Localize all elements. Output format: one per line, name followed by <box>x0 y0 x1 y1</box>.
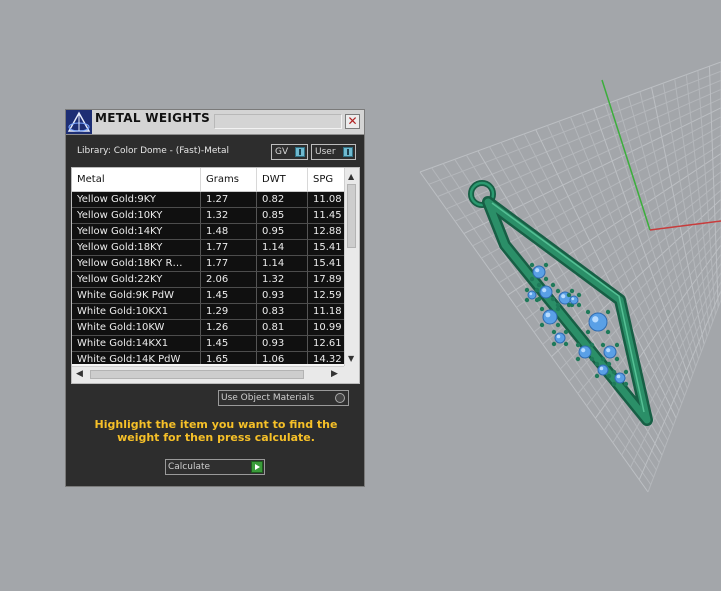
titlebar-grip[interactable] <box>214 114 342 129</box>
column-header-dwt[interactable]: DWT <box>257 168 308 192</box>
table-row[interactable]: White Gold:14KX1 1.45 0.93 12.61 <box>72 336 344 352</box>
table-header: Metal Grams DWT SPG <box>72 168 348 192</box>
cell-grams: 1.45 <box>201 288 257 304</box>
use-object-materials-label: Use Object Materials <box>221 393 315 403</box>
cell-spg: 12.61 <box>308 336 344 352</box>
scroll-up-icon[interactable]: ▲ <box>348 172 354 181</box>
scrollbar-corner <box>344 366 359 383</box>
cell-spg: 11.08 <box>308 192 344 208</box>
cell-spg: 10.99 <box>308 320 344 336</box>
cell-grams: 1.45 <box>201 336 257 352</box>
cell-dwt: 0.93 <box>257 288 308 304</box>
app-logo-icon <box>66 110 92 134</box>
user-toggle[interactable]: User <box>311 144 356 160</box>
table-row[interactable]: Yellow Gold:18KY R… 1.77 1.14 15.41 <box>72 256 344 272</box>
cell-metal: Yellow Gold:14KY <box>72 224 201 240</box>
cell-metal: Yellow Gold:18KY <box>72 240 201 256</box>
table-row[interactable]: White Gold:10KX1 1.29 0.83 11.18 <box>72 304 344 320</box>
scroll-right-icon[interactable]: ▶ <box>331 369 338 379</box>
scroll-down-icon[interactable]: ▼ <box>348 354 354 363</box>
pendant-model[interactable] <box>468 180 653 426</box>
cell-spg: 11.18 <box>308 304 344 320</box>
cell-grams: 1.48 <box>201 224 257 240</box>
cell-spg: 17.89 <box>308 272 344 288</box>
cell-grams: 1.26 <box>201 320 257 336</box>
cell-grams: 1.27 <box>201 192 257 208</box>
cell-dwt: 0.83 <box>257 304 308 320</box>
cell-spg: 15.41 <box>308 240 344 256</box>
play-arrow-icon <box>251 461 263 473</box>
cell-metal: Yellow Gold:18KY R… <box>72 256 201 272</box>
metal-weights-table[interactable]: Metal Grams DWT SPG Yellow Gold:9KY 1.27 0… <box>71 167 360 384</box>
cell-grams: 1.29 <box>201 304 257 320</box>
library-label: Library: Color Dome - (Fast)-Metal <box>77 146 229 156</box>
close-icon[interactable]: ✕ <box>345 114 360 129</box>
table-row[interactable]: Yellow Gold:9KY 1.27 0.82 11.08 <box>72 192 344 208</box>
cell-dwt: 0.95 <box>257 224 308 240</box>
cell-spg: 14.32 <box>308 352 344 364</box>
cell-grams: 1.77 <box>201 256 257 272</box>
gv-toggle[interactable]: GV <box>271 144 308 160</box>
cell-metal: Yellow Gold:22KY <box>72 272 201 288</box>
cell-metal: White Gold:10KW <box>72 320 201 336</box>
panel-title: METAL WEIGHTS <box>95 111 211 125</box>
cell-dwt: 0.85 <box>257 208 308 224</box>
cell-dwt: 1.32 <box>257 272 308 288</box>
cell-dwt: 1.06 <box>257 352 308 364</box>
cell-spg: 12.88 <box>308 224 344 240</box>
cell-spg: 11.45 <box>308 208 344 224</box>
cell-dwt: 1.14 <box>257 256 308 272</box>
calculate-label: Calculate <box>168 462 211 472</box>
table-body: Yellow Gold:9KY 1.27 0.82 11.08 Yellow Gold:… <box>72 192 344 364</box>
cell-dwt: 0.82 <box>257 192 308 208</box>
table-row[interactable]: Yellow Gold:22KY 2.06 1.32 17.89 <box>72 272 344 288</box>
horizontal-scroll-thumb[interactable] <box>90 370 304 379</box>
column-header-grams[interactable]: Grams <box>201 168 257 192</box>
perspective-grid <box>419 61 721 493</box>
cell-metal: White Gold:9K PdW <box>72 288 201 304</box>
table-row[interactable]: Yellow Gold:14KY 1.48 0.95 12.88 <box>72 224 344 240</box>
cell-dwt: 0.81 <box>257 320 308 336</box>
table-row[interactable]: White Gold:10KW 1.26 0.81 10.99 <box>72 320 344 336</box>
panel-titlebar[interactable]: METAL WEIGHTS ✕ <box>66 110 364 135</box>
table-row[interactable]: Yellow Gold:10KY 1.32 0.85 11.45 <box>72 208 344 224</box>
metal-weights-panel: METAL WEIGHTS ✕ Library: Color Dome - (F… <box>65 109 365 487</box>
cell-dwt: 0.93 <box>257 336 308 352</box>
cell-spg: 15.41 <box>308 256 344 272</box>
vertical-scroll-thumb[interactable] <box>347 184 356 248</box>
horizontal-scrollbar[interactable]: ◀ ▶ <box>72 366 344 383</box>
cell-metal: Yellow Gold:9KY <box>72 192 201 208</box>
column-header-spg[interactable]: SPG <box>308 168 348 192</box>
table-row[interactable]: Yellow Gold:18KY 1.77 1.14 15.41 <box>72 240 344 256</box>
cell-dwt: 1.14 <box>257 240 308 256</box>
vertical-scrollbar[interactable]: ▲ ▼ <box>344 168 359 366</box>
cell-metal: White Gold:10KX1 <box>72 304 201 320</box>
cell-grams: 1.65 <box>201 352 257 364</box>
cell-spg: 12.59 <box>308 288 344 304</box>
table-row[interactable]: White Gold:14K PdW 1.65 1.06 14.32 <box>72 352 344 364</box>
toggle-icon <box>343 147 353 157</box>
radio-icon <box>335 393 345 403</box>
cell-metal: White Gold:14KX1 <box>72 336 201 352</box>
cell-grams: 2.06 <box>201 272 257 288</box>
calculate-button[interactable]: Calculate <box>165 459 265 475</box>
use-object-materials-toggle[interactable]: Use Object Materials <box>218 390 349 406</box>
instruction-text: Highlight the item you want to find the … <box>94 418 338 444</box>
table-row[interactable]: White Gold:9K PdW 1.45 0.93 12.59 <box>72 288 344 304</box>
user-toggle-label: User <box>315 147 336 157</box>
cell-grams: 1.77 <box>201 240 257 256</box>
scroll-left-icon[interactable]: ◀ <box>76 369 83 379</box>
cell-metal: Yellow Gold:10KY <box>72 208 201 224</box>
toggle-icon <box>295 147 305 157</box>
column-header-metal[interactable]: Metal <box>72 168 201 192</box>
cell-grams: 1.32 <box>201 208 257 224</box>
cell-metal: White Gold:14K PdW <box>72 352 201 364</box>
gv-toggle-label: GV <box>275 147 289 157</box>
